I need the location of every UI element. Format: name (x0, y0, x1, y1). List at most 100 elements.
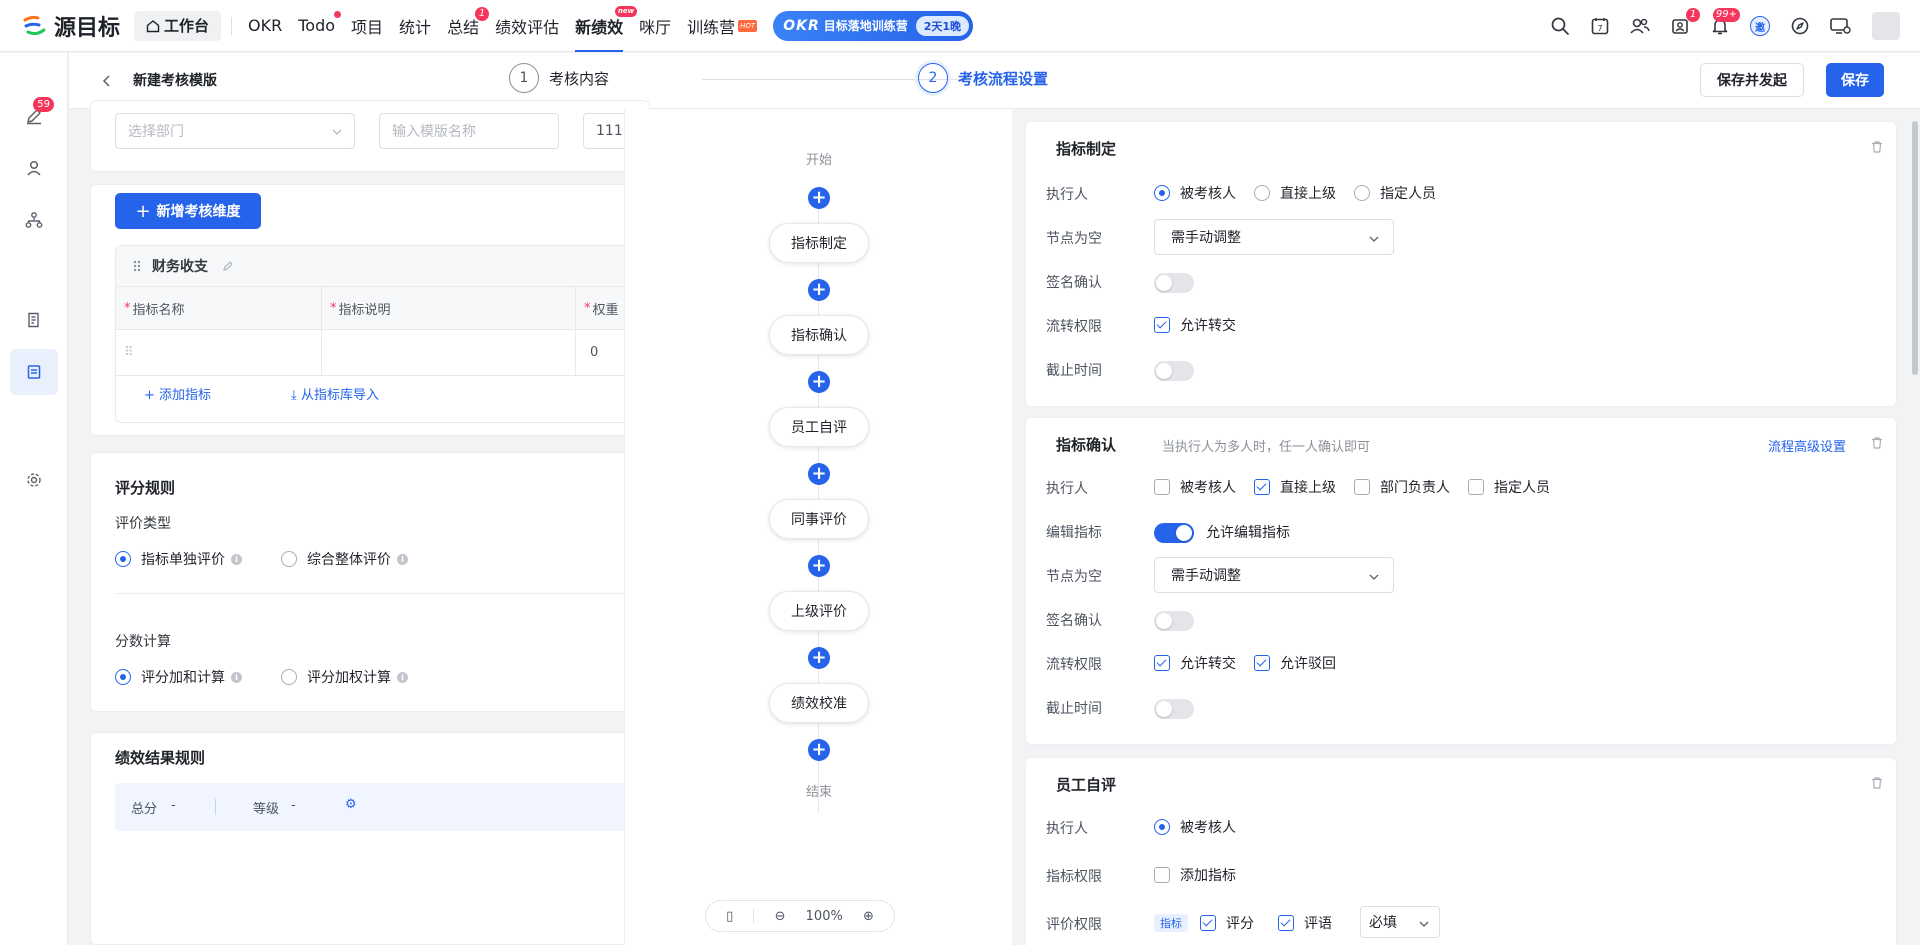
sidebar-toggle-icon[interactable]: ▯ (726, 909, 733, 924)
search-button[interactable] (1548, 14, 1572, 38)
contacts-button[interactable] (1628, 14, 1652, 38)
signature-toggle[interactable] (1154, 273, 1194, 293)
drag-handle-icon[interactable] (132, 259, 142, 273)
department-select[interactable]: 选择部门 (115, 113, 355, 149)
add-node-button[interactable]: + (808, 739, 830, 761)
nav-training[interactable]: 训练营 HOT (679, 0, 765, 52)
executor-direct-manager[interactable]: 直接上级 (1254, 477, 1336, 497)
add-node-button[interactable]: + (808, 279, 830, 301)
panel-scrollbar[interactable] (1912, 121, 1918, 375)
delete-node-button[interactable] (1870, 140, 1884, 154)
edit-indicator-toggle[interactable] (1154, 523, 1194, 543)
workbench-button[interactable]: 工作台 (134, 10, 222, 41)
messages-button[interactable]: 1 (1668, 8, 1700, 38)
executor-designated-label: 指定人员 (1494, 480, 1550, 496)
add-node-button[interactable]: + (808, 555, 830, 577)
settings-icon[interactable]: ⚙ (345, 797, 357, 812)
add-dimension-button[interactable]: + 新增考核维度 (115, 193, 261, 229)
discover-button[interactable] (1788, 14, 1812, 38)
checkbox-checked[interactable] (1200, 915, 1216, 931)
flow-node-peer-eval[interactable]: 同事评价 (769, 499, 869, 539)
executor-dept-head[interactable]: 部门负责人 (1354, 477, 1450, 497)
save-button[interactable]: 保存 (1826, 63, 1884, 97)
scoring-rules-card: 评分规则 评价类型 指标单独评价 i 综合整体评价 i 分数计算 评分加和计算 i 评… (90, 452, 650, 712)
rail-profile[interactable] (10, 145, 58, 191)
step-flow-settings[interactable]: 2 考核流程设置 (918, 63, 1048, 93)
zoom-in-icon[interactable]: ⊕ (863, 909, 874, 924)
user-avatar[interactable] (1872, 12, 1900, 40)
flow-node-calibration[interactable]: 绩效校准 (769, 683, 869, 723)
save-and-launch-button[interactable]: 保存并发起 (1700, 63, 1804, 97)
add-node-button[interactable]: + (808, 463, 830, 485)
nav-new-performance[interactable]: 新绩效 new (567, 0, 638, 52)
rail-edit[interactable]: 59 (10, 93, 58, 139)
add-indicator-link[interactable]: + 添加指标 (144, 384, 251, 403)
step-content[interactable]: 1 考核内容 (509, 63, 609, 93)
app-logo[interactable]: 源目标 (22, 10, 120, 42)
calc-sum-option[interactable]: 评分加和计算 i (115, 667, 242, 687)
deadline-toggle[interactable] (1154, 361, 1194, 381)
flow-node-indicator-set[interactable]: 指标制定 (769, 223, 869, 263)
delete-node-button[interactable] (1870, 776, 1884, 790)
template-name-input[interactable]: 输入模版名称 (379, 113, 559, 149)
nav-projects[interactable]: 项目 (343, 0, 391, 52)
executor-assessee[interactable]: 被考核人 (1154, 477, 1236, 497)
nav-summary-label: 总结 (447, 17, 480, 37)
signature-toggle[interactable] (1154, 611, 1194, 631)
rail-templates[interactable] (10, 349, 58, 395)
add-node-button[interactable]: + (808, 187, 830, 209)
notifications-button[interactable]: 99+ (1708, 8, 1740, 38)
empty-node-label: 节点为空 (1046, 569, 1102, 585)
screen-share-button[interactable] (1828, 14, 1852, 38)
okr-training-promo[interactable]: OKR 目标落地训练营 2天1晚 (773, 10, 974, 41)
row-name-cell[interactable]: ⠿ (116, 330, 322, 375)
rail-settings[interactable] (10, 457, 58, 503)
allow-reject-checkbox[interactable]: 允许驳回 (1254, 653, 1336, 673)
row-desc-cell[interactable] (322, 330, 576, 375)
add-node-button[interactable]: + (808, 371, 830, 393)
nav-todo[interactable]: Todo (290, 0, 343, 52)
allow-transfer-checkbox[interactable]: 允许转交 (1154, 315, 1236, 335)
executor-designated[interactable]: 指定人员 (1468, 477, 1550, 497)
nav-summary[interactable]: 总结 1 (439, 0, 490, 52)
promo-okr-text: OKR (783, 17, 820, 34)
delete-node-button[interactable] (1870, 436, 1884, 450)
nav-divider (231, 16, 233, 35)
nav-cafe[interactable]: 咪厅 (631, 0, 679, 52)
calendar-button[interactable]: 7 (1588, 14, 1612, 38)
executor-assessee[interactable]: 被考核人 (1154, 183, 1236, 203)
allow-reject-label: 允许驳回 (1280, 656, 1336, 672)
total-score-label: 总分 (131, 802, 158, 817)
executor-designated[interactable]: 指定人员 (1354, 183, 1436, 203)
flow-node-manager-eval[interactable]: 上级评价 (769, 591, 869, 631)
invite-button[interactable]: 邀 (1748, 14, 1772, 38)
eval-individual-option[interactable]: 指标单独评价 i (115, 549, 242, 569)
comment-required-select[interactable]: 必填 (1360, 906, 1440, 938)
add-indicator-checkbox[interactable]: 添加指标 (1154, 865, 1236, 885)
nav-okr[interactable]: OKR (240, 0, 290, 52)
executor-assessee[interactable]: 被考核人 (1154, 817, 1236, 837)
allow-transfer-checkbox[interactable]: 允许转交 (1154, 653, 1236, 673)
import-indicator-link[interactable]: ⤓ 从指标库导入 (291, 384, 419, 403)
rail-documents[interactable] (10, 297, 58, 343)
dimension-name: 财务收支 (152, 259, 208, 275)
nav-stats[interactable]: 统计 (391, 0, 439, 52)
back-button[interactable] (99, 73, 115, 89)
rail-org[interactable] (10, 197, 58, 243)
checkbox-checked[interactable] (1278, 915, 1294, 931)
empty-node-select[interactable]: 需手动调整 (1154, 219, 1394, 255)
flow-node-self-eval[interactable]: 员工自评 (769, 407, 869, 447)
pencil-icon[interactable] (222, 260, 234, 272)
logo-text: 源目标 (54, 15, 121, 41)
add-node-button[interactable]: + (808, 647, 830, 669)
calc-weighted-option[interactable]: 评分加权计算 i (281, 667, 408, 687)
flow-node-indicator-confirm[interactable]: 指标确认 (769, 315, 869, 355)
zoom-out-icon[interactable]: ⊖ (775, 909, 786, 924)
deadline-toggle[interactable] (1154, 699, 1194, 719)
nav-performance-eval[interactable]: 绩效评估 (487, 0, 567, 52)
executor-direct-manager[interactable]: 直接上级 (1254, 183, 1336, 203)
empty-node-select[interactable]: 需手动调整 (1154, 557, 1394, 593)
info-icon: i (397, 553, 408, 565)
advanced-settings-link[interactable]: 流程高级设置 (1768, 436, 1846, 455)
eval-overall-option[interactable]: 综合整体评价 i (281, 549, 408, 569)
